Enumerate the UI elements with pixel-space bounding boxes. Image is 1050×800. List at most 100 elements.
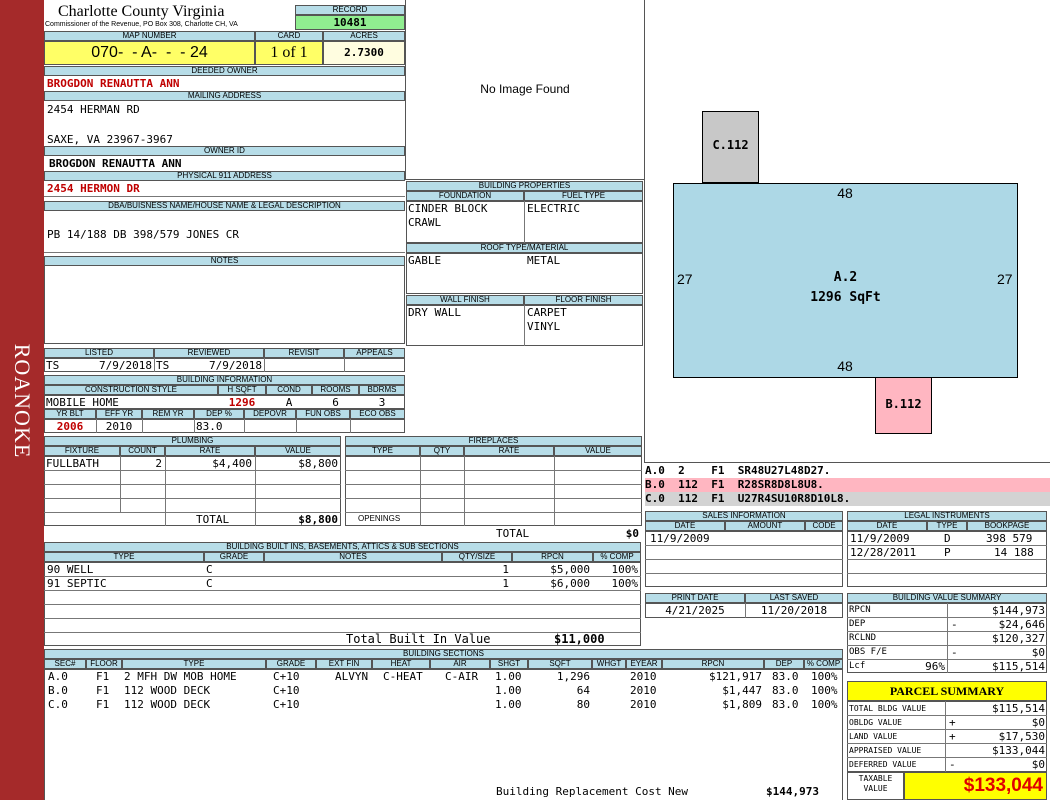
sketch-dim-top: 48 (837, 185, 853, 201)
sections-col-ext: EXT FIN (316, 659, 372, 669)
physical-address-header: PHYSICAL 911 ADDRESS (44, 171, 405, 181)
sections-col-floor: FLOOR (86, 659, 122, 669)
last-saved-header: LAST SAVED (745, 593, 843, 603)
section-floor: F1 (96, 698, 110, 711)
plumbing-header: PLUMBING (44, 436, 341, 446)
print-date-header: PRINT DATE (645, 593, 745, 603)
plumbing-rate: $4,400 (212, 457, 252, 470)
section-heat: C-HEAT (383, 670, 423, 683)
physical-address: 2454 HERMON DR (47, 182, 140, 195)
section-sqft: 64 (576, 684, 590, 697)
plumbing-total-label: TOTAL (196, 513, 230, 526)
section-comp: 100% (811, 670, 838, 683)
map-number-header: MAP NUMBER (44, 31, 255, 41)
sketch-deck-b-label: B.112 (885, 397, 922, 411)
vs-lcf: $115,514 (992, 660, 1045, 673)
ps-taxable: $133,044 (904, 772, 1047, 800)
vs-rpcn: $144,973 (992, 604, 1045, 617)
wall-finish-header: WALL FINISH (406, 295, 524, 305)
sketch-dim-left: 27 (677, 271, 693, 287)
print-date: 4/21/2025 (665, 604, 725, 617)
section-sqft: 80 (576, 698, 590, 711)
ps-deferred-label: DEFERRED VALUE (849, 760, 917, 769)
ps-bldg: $115,514 (992, 702, 1045, 715)
section-air: C-AIR (445, 670, 479, 683)
sketch-deck-c-label: C.112 (712, 138, 749, 152)
builtin-rpcn: $5,000 (550, 563, 590, 576)
reviewed-by: TS (156, 359, 170, 372)
vector-row-a: A.0 2 F1 SR48U27L48D27. (645, 464, 1050, 478)
section-grade: C+10 (273, 684, 300, 697)
section-shgt: 1.00 (495, 670, 522, 683)
sections-col-shgt: SHGT (490, 659, 528, 669)
vector-row-b: B.0 112 F1 R28SR8D8L8U8. (645, 478, 1050, 492)
builtin-type: 91 SEPTIC (47, 577, 107, 590)
section-dep: 83.0 (772, 670, 799, 683)
section-type: 112 WOOD DECK (124, 684, 211, 697)
sections-col-sec: SEC# (44, 659, 86, 669)
ps-obldg: $0 (1031, 716, 1045, 729)
ps-appraised: $133,044 (992, 744, 1045, 757)
sketch-dim-right: 27 (997, 271, 1013, 287)
commissioner-address: Commissioner of the Revenue, PO Box 308,… (45, 21, 238, 28)
dep-value: 83.0 (196, 420, 223, 433)
value-summary-header: BUILDING VALUE SUMMARY (847, 593, 1047, 603)
fuel-type: ELECTRIC (527, 202, 580, 215)
builtins-col-qty: QTY/SIZE (442, 552, 512, 562)
builtins-header: BUILDING BUILT INS, BASEMENTS, ATTICS & … (44, 542, 641, 552)
sections-col-heat: HEAT (372, 659, 430, 669)
effyr-value: 2010 (105, 420, 133, 433)
ps-deferred: $0 (1031, 758, 1045, 771)
floor-finish-header: FLOOR FINISH (524, 295, 643, 305)
section-sec: A.0 (48, 670, 68, 683)
builtin-type: 90 WELL (47, 563, 94, 576)
cond-value: A (285, 396, 293, 409)
builtin-qty: 1 (502, 563, 509, 576)
hsqft-header: H SQFT (218, 385, 266, 395)
sales-col-code: CODE (805, 521, 843, 531)
fireplace-col-qty: QTY (420, 446, 464, 456)
section-shgt: 1.00 (495, 698, 522, 711)
legal-col-date: DATE (847, 521, 927, 531)
fireplaces-header: FIREPLACES (345, 436, 642, 446)
section-eyear: 2010 (630, 698, 657, 711)
section-rpcn: $1,447 (722, 684, 762, 697)
sections-col-eyear: EYEAR (626, 659, 662, 669)
section-grade: C+10 (273, 698, 300, 711)
section-eyear: 2010 (630, 684, 657, 697)
ecoobs-header: ECO OBS (350, 409, 405, 419)
sections-col-type: TYPE (122, 659, 266, 669)
section-shgt: 1.00 (495, 684, 522, 697)
builtin-comp: 100% (611, 563, 639, 576)
sale-date: 11/9/2009 (650, 532, 710, 545)
ps-obldg-label: OBLDG VALUE (849, 718, 902, 727)
plumbing-col-value: VALUE (255, 446, 341, 456)
foundation-1: CINDER BLOCK (408, 202, 488, 215)
sales-header: SALES INFORMATION (645, 511, 843, 521)
foundation-header: FOUNDATION (406, 191, 524, 201)
ps-land-label: LAND VALUE (849, 732, 898, 741)
rooms-header: ROOMS (312, 385, 359, 395)
acres-header: ACRES (323, 31, 405, 41)
sketch-dim-bottom: 48 (837, 358, 853, 374)
plumbing-count: 2 (155, 457, 162, 470)
card-number: 1 of 1 (255, 41, 323, 65)
builtins-total-label: Total Built In Value (346, 632, 491, 646)
style-header: CONSTRUCTION STYLE (44, 385, 218, 395)
roof-type: GABLE (408, 254, 442, 267)
legal-book: 398 579 (986, 532, 1033, 545)
yrblt-value: 2006 (56, 420, 84, 433)
builtins-total: $11,000 (554, 632, 605, 646)
section-comp: 100% (811, 698, 838, 711)
record-header: RECORD (295, 5, 405, 15)
rooms-value: 6 (332, 396, 339, 409)
building-info-header: BUILDING INFORMATION (44, 375, 405, 385)
section-comp: 100% (811, 684, 838, 697)
sections-header: BUILDING SECTIONS (44, 649, 843, 659)
owner-id-header: OWNER ID (44, 146, 405, 156)
roof-material: METAL (527, 254, 561, 267)
legal-col-type: TYPE (927, 521, 967, 531)
sections-col-whgt: WHGT (592, 659, 626, 669)
legal-col-book: BOOKPAGE (967, 521, 1047, 531)
sections-col-grade: GRADE (266, 659, 316, 669)
